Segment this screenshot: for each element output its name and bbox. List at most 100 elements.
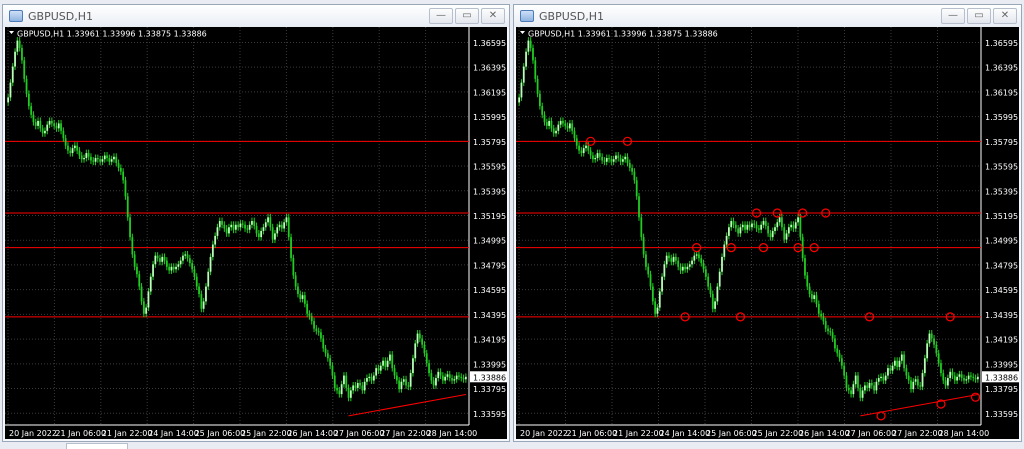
price-tick-label: 1.35995 bbox=[473, 113, 506, 122]
chart-tab[interactable] bbox=[66, 443, 128, 449]
price-tick-label: 1.36195 bbox=[473, 88, 506, 97]
candle-body bbox=[37, 120, 39, 126]
candle-body bbox=[375, 368, 378, 376]
candle-body bbox=[372, 375, 375, 381]
candle-body bbox=[156, 255, 159, 259]
close-button[interactable]: ✕ bbox=[481, 8, 505, 24]
candlestick-chart-svg[interactable]: 1.36595 1.36395 1.36195 1.35995 1.35795 1.355… bbox=[516, 27, 1021, 441]
price-tick-label: 1.34795 bbox=[473, 261, 506, 270]
candle-body bbox=[903, 354, 905, 369]
close-button[interactable]: ✕ bbox=[993, 8, 1017, 24]
candle-body bbox=[315, 328, 318, 332]
candle-body bbox=[451, 378, 453, 381]
candle-body bbox=[46, 124, 49, 131]
candle-body bbox=[684, 266, 687, 270]
candle-body bbox=[159, 258, 161, 262]
candle-body bbox=[755, 224, 758, 229]
candle-body bbox=[587, 145, 590, 151]
candle-body bbox=[776, 222, 779, 228]
candle-body bbox=[168, 266, 171, 271]
candle-body bbox=[739, 227, 742, 234]
minimize-button[interactable]: — bbox=[941, 8, 965, 24]
candle-body bbox=[444, 376, 447, 381]
candle-body bbox=[106, 155, 108, 159]
candle-body bbox=[294, 275, 297, 287]
candle-body bbox=[331, 365, 334, 376]
candle-body bbox=[211, 244, 214, 257]
window-titlebar[interactable]: GBPUSD,H1 — ▭ ✕ bbox=[3, 5, 509, 27]
candle-body bbox=[847, 387, 850, 391]
candle-body bbox=[136, 266, 138, 275]
chart-window-right[interactable]: GBPUSD,H1 — ▭ ✕ 1.36595 1.36395 1.36195 1.3… bbox=[513, 4, 1022, 442]
price-tick-label: 1.35795 bbox=[473, 138, 506, 147]
candle-body bbox=[71, 148, 74, 154]
candle-body bbox=[186, 254, 189, 259]
price-chart[interactable]: 1.36595 1.36395 1.36195 1.35995 1.35795 1.355… bbox=[516, 27, 1019, 439]
candle-body bbox=[935, 344, 938, 354]
candle-body bbox=[545, 122, 548, 126]
candle-body bbox=[202, 301, 205, 309]
candle-body bbox=[326, 353, 329, 359]
candle-body bbox=[299, 293, 302, 299]
time-tick-label: 20 Jan 2022 bbox=[520, 429, 568, 438]
candle-body bbox=[292, 258, 295, 276]
candle-body bbox=[963, 378, 965, 381]
chart-window-left[interactable]: GBPUSD,H1 — ▭ ✕ 1.36595 1.36395 1.36195 1.3… bbox=[2, 4, 510, 442]
candle-body bbox=[875, 381, 878, 391]
candle-body bbox=[854, 375, 857, 385]
restore-button[interactable]: ▭ bbox=[455, 8, 479, 24]
candle-body bbox=[896, 360, 899, 367]
candle-body bbox=[421, 338, 424, 345]
candle-body bbox=[462, 378, 465, 380]
candle-body bbox=[115, 156, 118, 163]
candle-body bbox=[386, 360, 389, 367]
candle-body bbox=[804, 258, 806, 276]
candle-body bbox=[366, 378, 368, 382]
price-tick-label: 1.36595 bbox=[473, 39, 506, 48]
window-title: GBPUSD,H1 bbox=[539, 9, 604, 23]
candle-body bbox=[409, 373, 412, 387]
candle-body bbox=[707, 276, 710, 287]
price-chart[interactable]: 1.36595 1.36395 1.36195 1.35995 1.35795 1.355… bbox=[5, 27, 507, 439]
price-tick-label: 1.34995 bbox=[985, 237, 1018, 246]
candle-body bbox=[255, 226, 258, 234]
candle-body bbox=[99, 159, 102, 162]
candle-body bbox=[974, 378, 977, 380]
candle-body bbox=[951, 371, 954, 376]
candle-body bbox=[39, 120, 42, 129]
candlestick-chart-svg[interactable]: 1.36595 1.36395 1.36195 1.35995 1.35795 1.355… bbox=[5, 27, 509, 441]
candle-body bbox=[430, 373, 433, 381]
candle-body bbox=[930, 333, 933, 339]
candle-body bbox=[769, 233, 772, 238]
candle-body bbox=[276, 227, 279, 234]
price-tick-label: 1.33995 bbox=[473, 360, 506, 369]
candle-body bbox=[382, 360, 384, 366]
candle-body bbox=[101, 159, 104, 162]
candle-body bbox=[306, 303, 309, 314]
candle-body bbox=[320, 332, 322, 339]
candle-body bbox=[698, 254, 700, 259]
candle-body bbox=[343, 375, 345, 385]
candle-body bbox=[205, 286, 207, 302]
candle-body bbox=[573, 130, 576, 139]
minimize-button[interactable]: — bbox=[429, 8, 453, 24]
window-titlebar[interactable]: GBPUSD,H1 — ▭ ✕ bbox=[514, 5, 1021, 27]
candle-body bbox=[349, 390, 352, 398]
candle-body bbox=[596, 153, 599, 159]
candle-body bbox=[423, 344, 426, 354]
price-tick-label: 1.34395 bbox=[473, 311, 506, 320]
candle-body bbox=[548, 120, 551, 126]
candle-body bbox=[23, 60, 26, 79]
candle-body bbox=[223, 224, 226, 229]
time-tick-label: 26 Jan 14:00 bbox=[799, 429, 850, 438]
candle-body bbox=[538, 93, 541, 107]
candle-body bbox=[746, 224, 749, 230]
candle-body bbox=[232, 224, 235, 230]
candle-body bbox=[287, 217, 290, 238]
candle-body bbox=[757, 228, 760, 230]
price-tick-label: 1.36195 bbox=[985, 88, 1018, 97]
candle-body bbox=[432, 380, 435, 386]
price-tick-label: 1.36595 bbox=[985, 39, 1018, 48]
candle-body bbox=[142, 301, 145, 314]
restore-button[interactable]: ▭ bbox=[967, 8, 991, 24]
